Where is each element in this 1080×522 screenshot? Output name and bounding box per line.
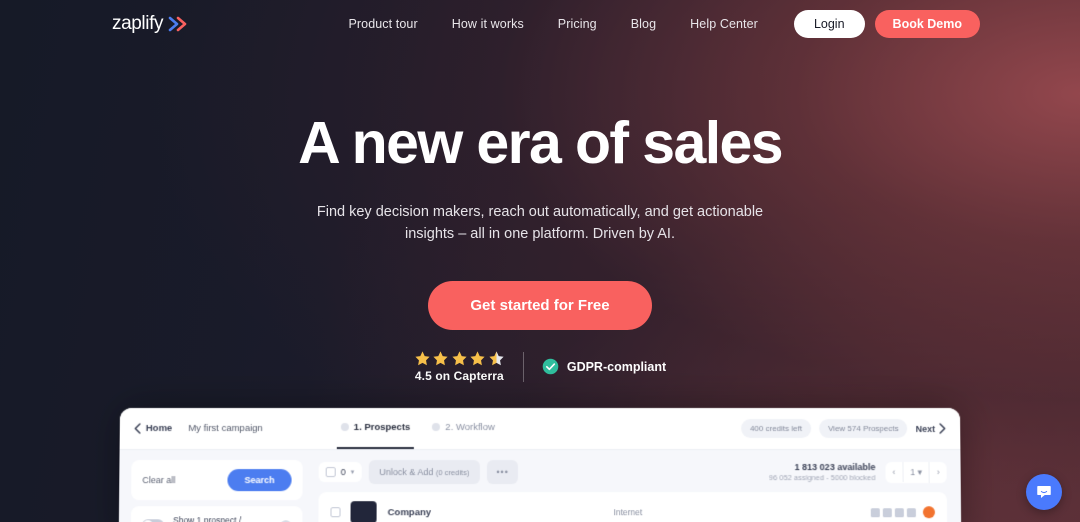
- dashboard-topbar-actions: 400 credits left View 574 Prospects Next: [740, 419, 947, 439]
- hero-section: A new era of sales Find key decision mak…: [0, 48, 1080, 384]
- facebook-icon[interactable]: [870, 507, 880, 517]
- row-checkbox[interactable]: [330, 507, 341, 518]
- tab-status-icon: [432, 423, 441, 432]
- next-button[interactable]: Next: [916, 423, 947, 434]
- dashboard-body: Clear all Search Show 1 prospect / compa…: [118, 450, 962, 522]
- credits-pill: 400 credits left: [740, 419, 812, 439]
- book-demo-button[interactable]: Book Demo: [874, 10, 980, 38]
- social-links: [870, 506, 936, 519]
- unlock-credits: (0 credits): [435, 468, 470, 478]
- capterra-rating: 4.5 on Capterra: [414, 350, 505, 383]
- main-toolbar: 0 ▾ Unlock & Add (0 credits) ••• 1 813 0…: [318, 460, 947, 485]
- breadcrumb[interactable]: Home: [134, 423, 173, 434]
- star-icon: [470, 351, 485, 366]
- show-one-prospect-label: Show 1 prospect / company: [173, 515, 242, 522]
- select-all-checkbox[interactable]: [325, 467, 336, 478]
- nav-link-blog[interactable]: Blog: [631, 17, 656, 31]
- nav-link-help-center[interactable]: Help Center: [690, 17, 758, 31]
- prospect-toggle-card: Show 1 prospect / company i: [130, 506, 303, 522]
- next-label: Next: [915, 423, 936, 434]
- breadcrumb-campaign[interactable]: My first campaign: [188, 423, 263, 434]
- unlock-and-add-button[interactable]: Unlock & Add (0 credits): [368, 460, 481, 485]
- chevron-right-icon: [939, 423, 945, 434]
- star-half-icon: [489, 351, 504, 366]
- twitter-icon[interactable]: [882, 507, 892, 517]
- capterra-label: 4.5 on Capterra: [414, 369, 504, 384]
- intercom-chat-button[interactable]: [1026, 474, 1062, 510]
- tab-workflow[interactable]: 2. Workflow: [432, 422, 495, 436]
- assigned-blocked-count: 96 052 assigned - 5000 blocked: [768, 473, 876, 483]
- nav-link-product-tour[interactable]: Product tour: [348, 17, 417, 31]
- breadcrumb-home[interactable]: Home: [146, 423, 173, 434]
- page-current[interactable]: 1 ▾: [903, 461, 930, 483]
- selected-count: 0: [340, 467, 346, 478]
- dashboard-window: Home My first campaign 1. Prospects 2. W…: [118, 408, 962, 522]
- nav-link-how-it-works[interactable]: How it works: [452, 17, 524, 31]
- check-circle-icon: [542, 359, 559, 375]
- chat-icon: [1037, 486, 1051, 498]
- login-button[interactable]: Login: [793, 10, 865, 38]
- dashboard-preview: Home My first campaign 1. Prospects 2. W…: [118, 408, 962, 522]
- tab-prospects[interactable]: 1. Prospects: [340, 421, 411, 436]
- search-button[interactable]: Search: [227, 469, 292, 492]
- linkedin-icon[interactable]: [894, 507, 904, 517]
- dashboard-topbar: Home My first campaign 1. Prospects 2. W…: [119, 408, 961, 451]
- hero-subtitle: Find key decision makers, reach out auto…: [0, 201, 1080, 246]
- pagination: ‹ 1 ▾ ›: [885, 461, 947, 483]
- available-count: 1 813 023 available: [794, 462, 876, 473]
- header-actions: Login Book Demo: [793, 10, 980, 38]
- availability-row: 1 813 023 available 96 052 assigned - 50…: [769, 461, 947, 483]
- company-name: Company: [387, 506, 432, 518]
- logo[interactable]: zaplify: [112, 13, 190, 35]
- hero-subtitle-line-1: Find key decision makers, reach out auto…: [316, 203, 764, 220]
- tab-prospects-label: 1. Prospects: [353, 421, 411, 433]
- page-caret-icon: ▾: [917, 466, 922, 477]
- site-header: zaplify Product tour How it works Pricin…: [0, 0, 1080, 48]
- gdpr-badge: GDPR-compliant: [542, 358, 666, 375]
- dashboard-sidebar: Clear all Search Show 1 prospect / compa…: [119, 450, 315, 522]
- page-number: 1: [910, 466, 916, 477]
- chevron-down-icon: ▾: [350, 469, 355, 477]
- logo-chevrons-icon: [168, 16, 190, 32]
- hero-title: A new era of sales: [298, 110, 783, 176]
- page-next-button[interactable]: ›: [930, 462, 947, 482]
- company-industry: Internet: [613, 507, 643, 518]
- avatar[interactable]: [922, 506, 936, 519]
- star-icon: [452, 351, 467, 366]
- unlock-label: Unlock & Add: [379, 467, 434, 478]
- filter-card: Clear all Search: [131, 460, 303, 501]
- select-all-dropdown[interactable]: 0 ▾: [318, 462, 362, 483]
- star-icon: [415, 351, 430, 366]
- dashboard-tabs: 1. Prospects 2. Workflow: [340, 421, 495, 436]
- star-icon: [433, 351, 448, 366]
- email-icon[interactable]: [906, 507, 916, 517]
- gdpr-label: GDPR-compliant: [566, 359, 667, 374]
- more-actions-button[interactable]: •••: [487, 460, 518, 485]
- chevron-left-icon: [134, 423, 141, 434]
- filter-row: Clear all Search: [142, 469, 292, 492]
- trust-divider: [522, 351, 524, 382]
- dashboard-main: 0 ▾ Unlock & Add (0 credits) ••• 1 813 0…: [314, 450, 961, 522]
- page-prev-button[interactable]: ‹: [885, 462, 904, 483]
- table-row[interactable]: Company Internet: [318, 492, 948, 522]
- tab-workflow-label: 2. Workflow: [445, 421, 495, 433]
- nav-link-pricing[interactable]: Pricing: [558, 17, 597, 31]
- trust-row: 4.5 on Capterra GDPR-compliant: [0, 350, 1080, 383]
- star-rating: [414, 350, 505, 367]
- view-prospects-pill[interactable]: View 574 Prospects: [818, 419, 908, 439]
- tab-status-icon: [340, 423, 349, 432]
- company-logo: [350, 501, 377, 522]
- hero-subtitle-line-2: insights – all in one platform. Driven b…: [405, 226, 675, 242]
- get-started-button[interactable]: Get started for Free: [428, 281, 652, 331]
- landing-page: zaplify Product tour How it works Pricin…: [0, 0, 1080, 522]
- logo-text: zaplify: [112, 13, 164, 34]
- availability-text: 1 813 023 available 96 052 assigned - 50…: [769, 462, 876, 482]
- primary-nav: Product tour How it works Pricing Blog H…: [348, 17, 758, 31]
- clear-all-button[interactable]: Clear all: [142, 475, 175, 485]
- hero-cta-wrap: Get started for Free: [0, 281, 1080, 331]
